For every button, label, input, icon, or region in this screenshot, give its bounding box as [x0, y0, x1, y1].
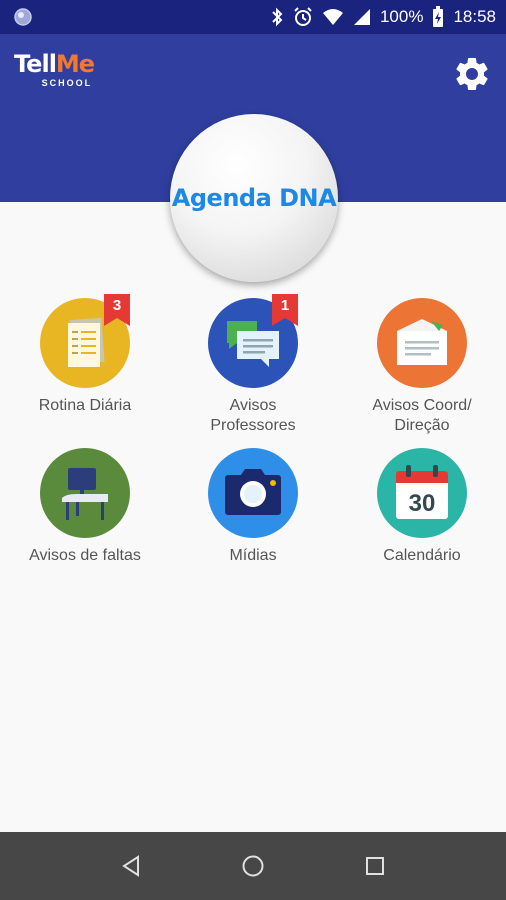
home-circle-icon: [242, 855, 264, 877]
profile-name: Agenda DNA: [171, 184, 337, 212]
calendar-icon: 30: [396, 465, 448, 519]
envelope-icon: [397, 319, 447, 365]
menu-icon-circle: [208, 448, 298, 538]
menu-label: Mídias: [229, 547, 277, 564]
menu-label: Calendário: [383, 547, 461, 564]
menu-item-avisos-professores[interactable]: 1 Avisos Professores: [173, 294, 333, 436]
menu-icon-circle: 3: [40, 294, 130, 388]
alarm-clock-icon: [293, 7, 313, 27]
clock-time: 18:58: [453, 7, 496, 26]
menu-item-rotina-diaria[interactable]: 3 Rotina Diária: [5, 294, 165, 416]
gear-icon: [456, 57, 488, 90]
menu-item-midias[interactable]: Mídias: [173, 448, 333, 566]
battery-percent: 100%: [379, 7, 424, 26]
menu-item-avisos-coord-direcao[interactable]: Avisos Coord/ Direção: [342, 298, 502, 436]
home-button[interactable]: [228, 841, 278, 891]
profile-circle[interactable]: Agenda DNA: [170, 114, 338, 282]
menu-icon-circle: [377, 298, 467, 388]
notification-badge: 1: [272, 294, 298, 326]
status-bar: 100% 18:58: [0, 0, 506, 34]
recents-square-icon: [366, 857, 384, 875]
wifi-icon: [322, 8, 344, 26]
notification-badge: 3: [104, 294, 130, 326]
menu-icon-circle: 1: [208, 294, 298, 388]
menu-icon-circle: [40, 448, 130, 538]
school-desk-icon: [62, 468, 108, 520]
tellme-school-logo: TellMe SCHOOL: [14, 50, 95, 88]
bluetooth-icon: [270, 7, 284, 27]
back-button[interactable]: [106, 841, 156, 891]
menu-item-avisos-de-faltas[interactable]: Avisos de faltas: [5, 448, 165, 566]
recents-button[interactable]: [350, 841, 400, 891]
battery-charging-icon: [432, 6, 444, 28]
settings-button[interactable]: [450, 52, 494, 96]
menu-label: Rotina Diária: [38, 397, 132, 414]
notification-dot-icon: [14, 8, 32, 31]
cell-signal-icon: [353, 8, 371, 26]
navigation-bar: [0, 832, 506, 900]
menu-label: Avisos Coord/ Direção: [372, 397, 472, 434]
back-triangle-icon: [122, 855, 139, 877]
camera-icon: [225, 469, 281, 515]
menu-item-calendario[interactable]: 30 Calendário: [342, 448, 502, 566]
menu-label: Avisos Professores: [210, 397, 296, 434]
menu-icon-circle: 30: [377, 448, 467, 538]
menu-label: Avisos de faltas: [29, 547, 141, 564]
svg-text:30: 30: [409, 490, 436, 517]
